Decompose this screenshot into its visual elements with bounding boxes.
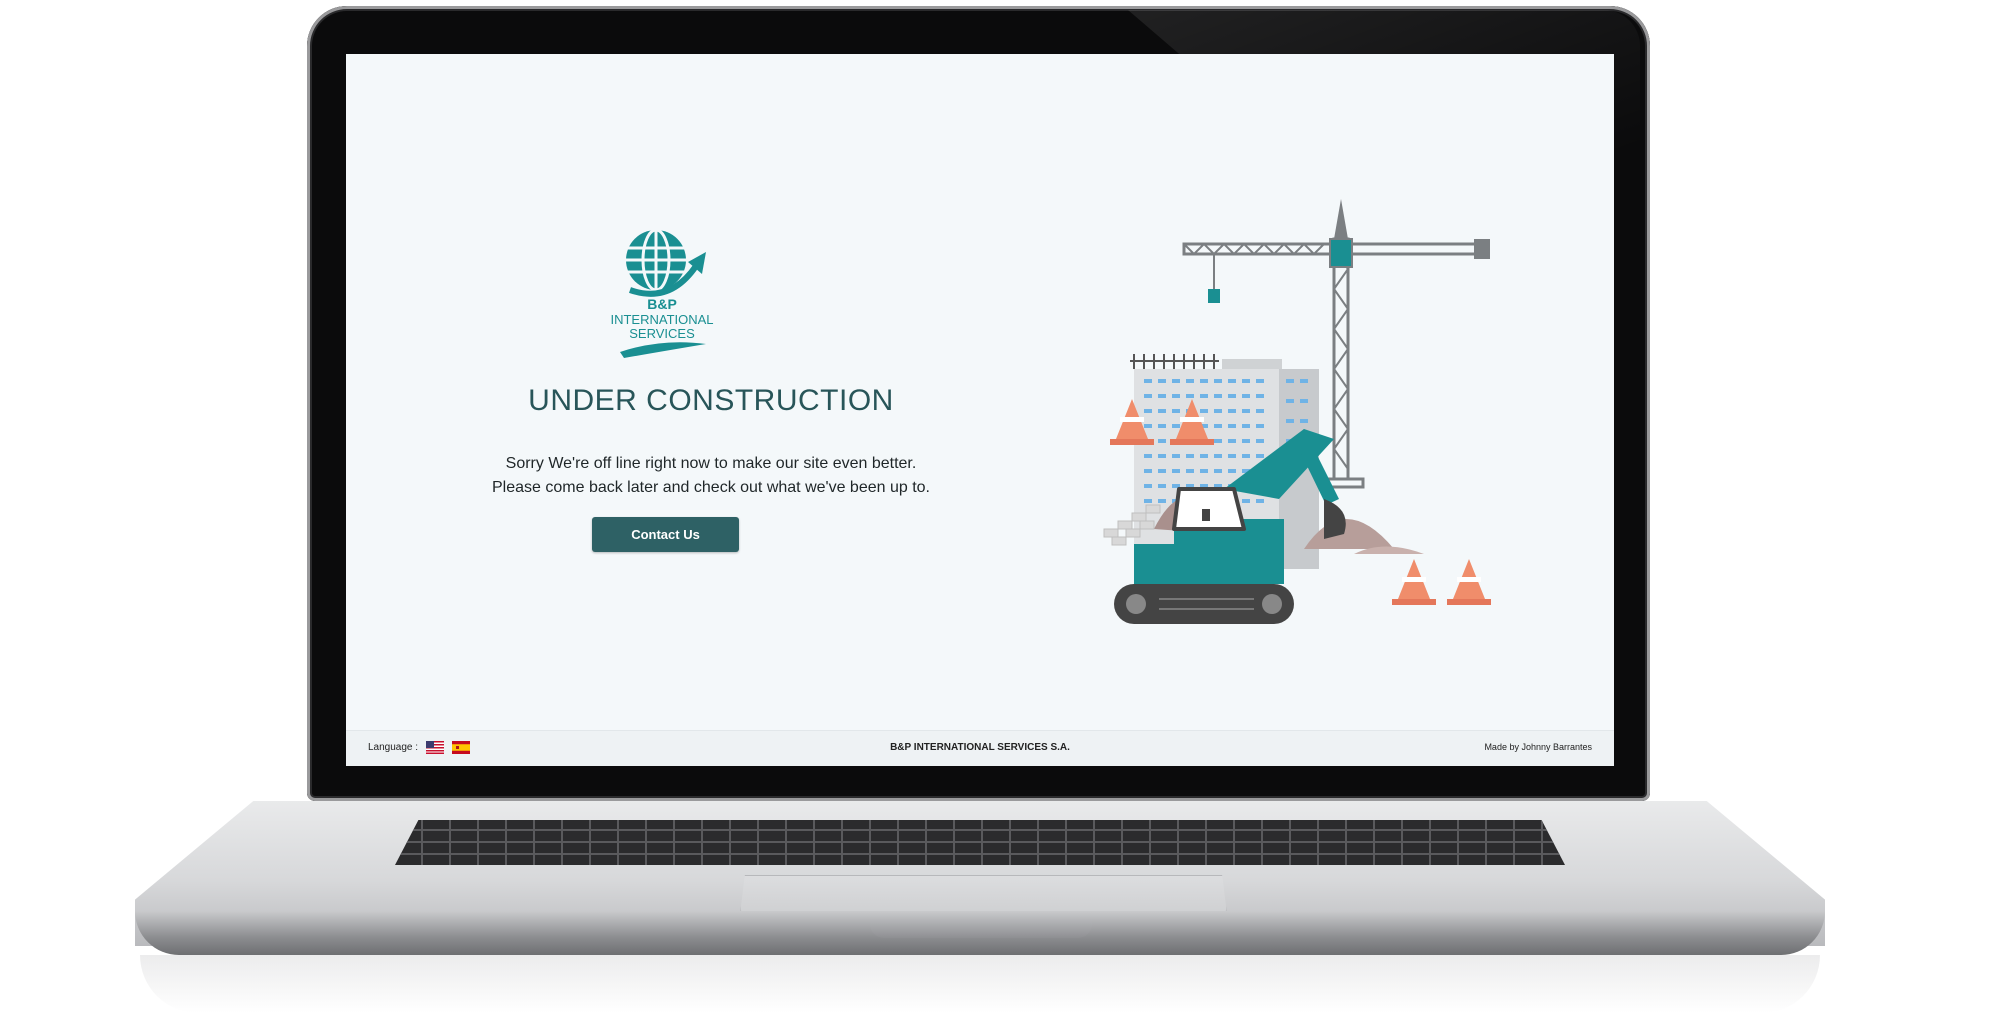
- page-title: UNDER CONSTRUCTION: [528, 384, 894, 417]
- globe-icon: [626, 228, 686, 292]
- screen: B&P INTERNATIONAL SERVICES UNDER CONSTRU…: [346, 54, 1614, 766]
- page-footer: Language : B&P INTERNATIONAL SERVICES S.…: [346, 730, 1614, 766]
- laptop-trackpad: [740, 875, 1227, 914]
- footer-credit: Made by Johnny Barrantes: [1484, 742, 1592, 752]
- footer-company: B&P INTERNATIONAL SERVICES S.A.: [890, 742, 1070, 753]
- logo-swoosh: [620, 342, 706, 358]
- cone-icon: [1392, 559, 1436, 605]
- laptop-reflection: [140, 955, 1820, 1013]
- contact-us-button[interactable]: Contact Us: [592, 517, 739, 552]
- logo-text-services: SERVICES: [629, 326, 695, 341]
- logo-text-international: INTERNATIONAL: [610, 312, 713, 327]
- construction-illustration: [1103, 199, 1491, 624]
- status-message: Sorry We're off line right now to make o…: [446, 452, 976, 500]
- message-line-2: Please come back later and check out wha…: [492, 479, 930, 496]
- message-line-1: Sorry We're off line right now to make o…: [505, 455, 917, 472]
- company-logo: B&P INTERNATIONAL SERVICES: [610, 228, 714, 358]
- logo-text-bp: B&P: [647, 296, 677, 312]
- cone-icon: [1447, 559, 1491, 605]
- laptop-notch: [870, 920, 1092, 938]
- laptop-keyboard: [395, 820, 1565, 865]
